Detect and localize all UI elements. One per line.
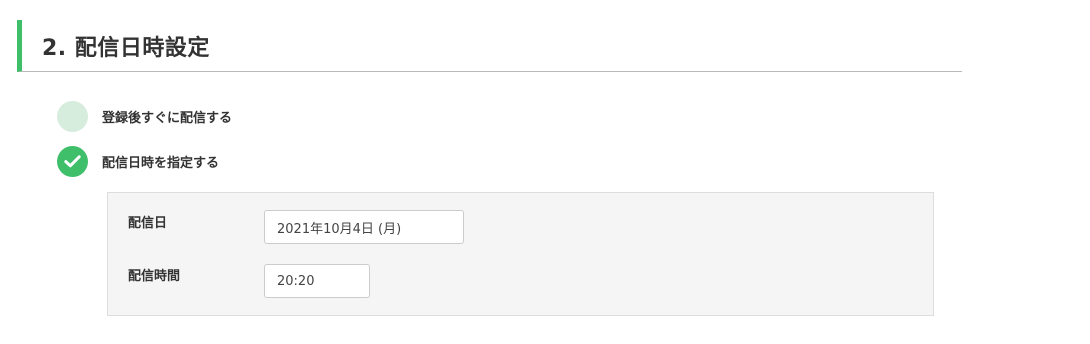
radio-unchecked-icon[interactable] <box>57 100 88 132</box>
option-deliver-immediately[interactable]: 登録後すぐに配信する <box>57 100 232 132</box>
delivery-time-label: 配信時間 <box>128 269 181 284</box>
option-specify-datetime-label: 配信日時を指定する <box>102 155 220 171</box>
schedule-panel: 配信日 配信時間 <box>107 192 934 316</box>
option-specify-datetime[interactable]: 配信日時を指定する <box>57 145 219 177</box>
delivery-date-label: 配信日 <box>128 216 168 231</box>
delivery-time-input[interactable] <box>264 264 370 298</box>
option-deliver-immediately-label: 登録後すぐに配信する <box>102 110 233 126</box>
radio-checked-icon[interactable] <box>57 145 88 177</box>
section-title: 2. 配信日時設定 <box>42 36 210 61</box>
section-header: 2. 配信日時設定 <box>17 20 962 72</box>
checkmark-icon <box>64 154 81 167</box>
delivery-date-input[interactable] <box>264 210 464 244</box>
